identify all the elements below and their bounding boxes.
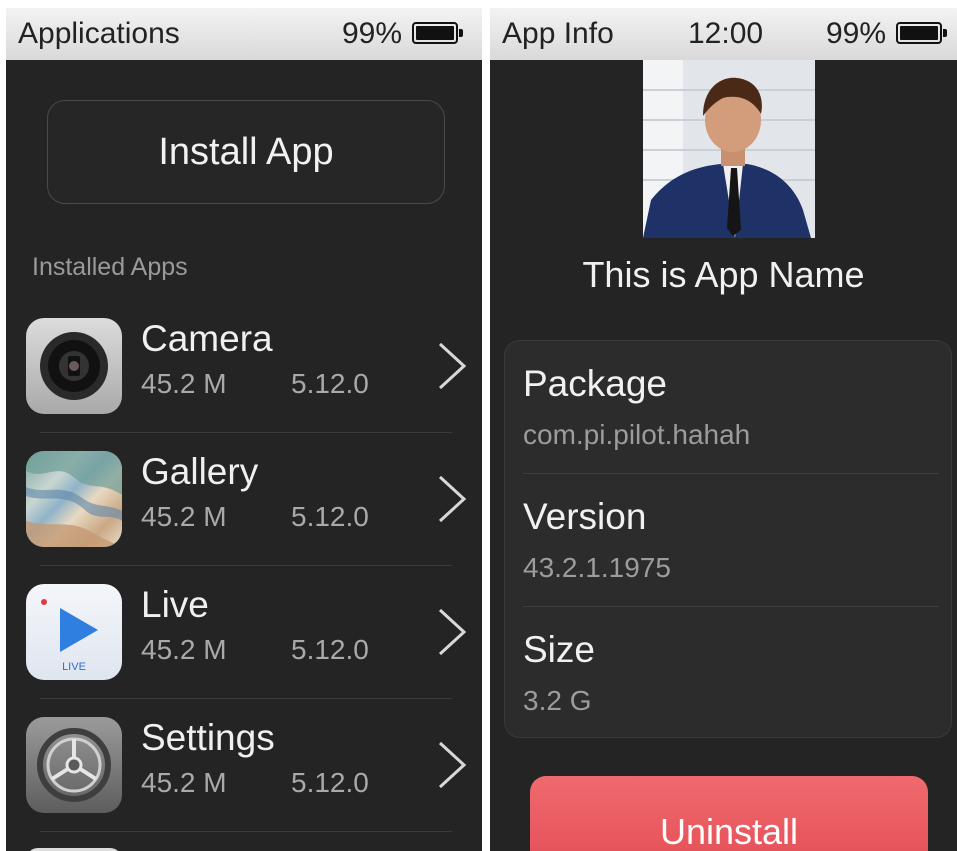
camera-app-icon bbox=[26, 318, 122, 414]
app-list-item-camera[interactable]: Camera 45.2 M 5.12.0 bbox=[6, 318, 482, 450]
app-size: 45.2 M bbox=[141, 368, 227, 399]
applications-screen: Applications 99% Install App Installed A… bbox=[6, 8, 482, 851]
status-title: App Info bbox=[502, 17, 614, 50]
info-label: Size bbox=[523, 629, 595, 670]
app-name: Camera bbox=[141, 318, 273, 359]
divider bbox=[40, 698, 452, 699]
info-value: com.pi.pilot.hahah bbox=[523, 419, 751, 450]
app-size: 45.2 M bbox=[141, 501, 227, 532]
app-version: 5.12.0 bbox=[291, 634, 369, 665]
battery-percent: 99% bbox=[342, 17, 403, 50]
installed-apps-label: Installed Apps bbox=[32, 253, 188, 281]
info-row-version: Version 43.2.1.1975 bbox=[523, 474, 939, 607]
info-label: Version bbox=[523, 496, 647, 537]
info-label: Package bbox=[523, 363, 667, 404]
app-size: 45.2 M bbox=[141, 634, 227, 665]
app-name: Gallery bbox=[141, 451, 259, 492]
uninstall-button[interactable]: Uninstall bbox=[530, 776, 928, 851]
app-name-title: This is App Name bbox=[582, 254, 865, 295]
live-app-icon: LIVE bbox=[26, 584, 122, 680]
battery-icon bbox=[896, 22, 947, 44]
gallery-app-icon bbox=[26, 451, 122, 547]
install-app-button[interactable]: Install App bbox=[47, 100, 445, 204]
status-time: 12:00 bbox=[688, 17, 764, 50]
app-version: 5.12.0 bbox=[291, 767, 369, 798]
info-row-size: Size 3.2 G bbox=[523, 607, 939, 740]
chevron-right-icon bbox=[438, 608, 467, 656]
app-list-item-live[interactable]: LIVE Live 45.2 M 5.12.0 bbox=[6, 584, 482, 716]
chevron-right-icon bbox=[438, 741, 467, 789]
info-value: 43.2.1.1975 bbox=[523, 552, 671, 583]
app-version: 5.12.0 bbox=[291, 368, 369, 399]
battery-icon bbox=[412, 22, 463, 44]
app-list-item-gallery[interactable]: Gallery 45.2 M 5.12.0 bbox=[6, 451, 482, 583]
chevron-right-icon bbox=[438, 342, 467, 390]
divider bbox=[40, 831, 452, 832]
status-title: Applications bbox=[18, 17, 180, 50]
chevron-right-icon bbox=[438, 475, 467, 523]
status-bar: App Info 12:00 99% bbox=[490, 8, 957, 60]
app-name: Settings bbox=[141, 717, 275, 758]
app-size: 45.2 M bbox=[141, 767, 227, 798]
divider bbox=[40, 432, 452, 433]
info-value: 3.2 G bbox=[523, 685, 592, 716]
settings-app-icon bbox=[26, 717, 122, 813]
status-bar: Applications 99% bbox=[6, 8, 482, 60]
app-photo bbox=[643, 60, 815, 238]
app-info-screen: App Info 12:00 99% This is App Name Pack… bbox=[490, 8, 957, 851]
battery-percent: 99% bbox=[826, 17, 887, 50]
app-list-item-settings[interactable]: Settings 45.2 M 5.12.0 bbox=[6, 717, 482, 849]
info-row-package: Package com.pi.pilot.hahah bbox=[523, 341, 939, 474]
app-info-card: Package com.pi.pilot.hahah Version 43.2.… bbox=[504, 340, 952, 738]
app-version: 5.12.0 bbox=[291, 501, 369, 532]
live-caption: LIVE bbox=[62, 661, 86, 673]
divider bbox=[40, 565, 452, 566]
app-name: Live bbox=[141, 584, 209, 625]
